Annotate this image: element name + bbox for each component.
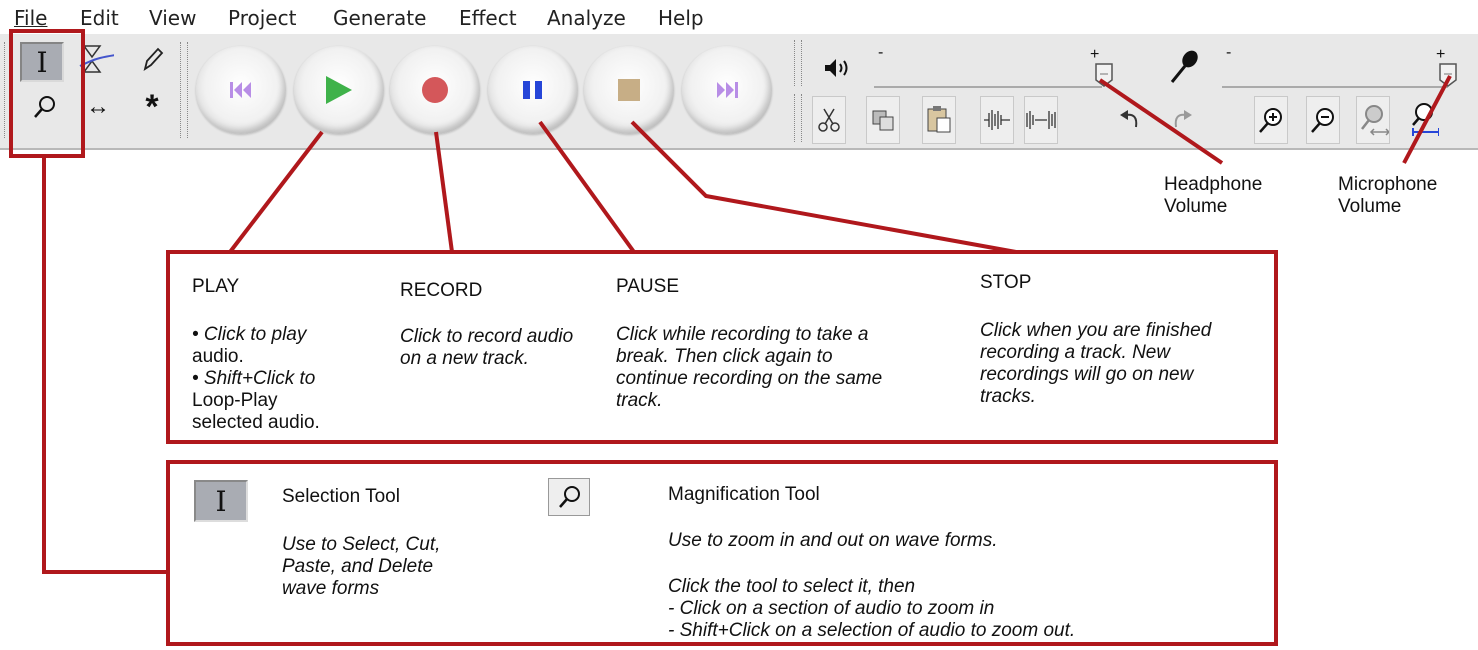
stop-line-1: Click when you are finished <box>980 320 1212 341</box>
stop-line-3: recordings will go on new <box>980 364 1194 385</box>
selection-line-3: wave forms <box>282 578 380 599</box>
headphone-connector <box>1098 78 1224 165</box>
magnification-tool-heading: Magnification Tool <box>668 484 820 505</box>
selection-line-1: Use to Select, Cut, <box>282 534 441 555</box>
magnification-line-1: Use to zoom in and out on wave forms. <box>668 530 998 551</box>
pause-connector <box>538 120 636 254</box>
pause-line-2: break. Then click again to <box>616 346 833 367</box>
magnifier-icon <box>559 486 580 508</box>
pause-heading: PAUSE <box>616 276 680 297</box>
record-heading: RECORD <box>400 280 483 301</box>
stop-line-4: tracks. <box>980 386 1036 407</box>
headphone-volume-line2: Volume <box>1164 196 1228 217</box>
headphone-volume-line1: Headphone <box>1164 174 1263 195</box>
selection-tool-heading: Selection Tool <box>282 486 400 507</box>
microphone-connector <box>1402 75 1452 164</box>
transport-help-panel: PLAY • Click to play audio. • Shift+Clic… <box>166 250 1278 444</box>
tool-highlight-box <box>9 29 85 158</box>
magnification-line-2: Click the tool to select it, then <box>668 576 916 597</box>
record-line-2: on a new track. <box>400 348 529 369</box>
microphone-volume-line2: Volume <box>1338 196 1402 217</box>
tool-connector <box>42 156 168 574</box>
pause-line-4: track. <box>616 390 663 411</box>
tools-help-panel: I Selection Tool Use to Select, Cut, Pas… <box>166 460 1278 646</box>
selection-tool-sample: I <box>194 480 248 522</box>
record-line-1: Click to record audio <box>400 326 574 347</box>
play-line-4: Loop-Play <box>192 390 278 411</box>
play-line-2: audio. <box>192 346 244 367</box>
play-line-5: selected audio. <box>192 412 320 433</box>
i-beam-icon: I <box>215 484 227 518</box>
record-description: Click to record audio on a new track. <box>400 326 573 370</box>
magnification-tool-sample <box>548 478 590 516</box>
play-line-3: • Shift+Click to <box>192 368 316 389</box>
play-connector <box>228 130 324 254</box>
microphone-volume-line1: Microphone <box>1338 174 1438 195</box>
pause-description: Click while recording to take a break. T… <box>616 324 882 412</box>
magnification-steps: Click the tool to select it, then - Clic… <box>668 576 1075 642</box>
stop-description: Click when you are finished recording a … <box>980 320 1211 408</box>
microphone-volume-label: Microphone Volume <box>1338 174 1437 218</box>
stop-line-2: recording a track. New <box>980 342 1171 363</box>
magnification-line-3: - Click on a section of audio to zoom in <box>668 598 995 619</box>
selection-line-2: Paste, and Delete <box>282 556 434 577</box>
headphone-volume-label: Headphone Volume <box>1164 174 1262 218</box>
pause-line-3: continue recording on the same <box>616 368 883 389</box>
record-connector <box>434 131 454 253</box>
play-heading: PLAY <box>192 276 240 297</box>
stop-connector <box>630 120 1017 254</box>
selection-tool-description: Use to Select, Cut, Paste, and Delete wa… <box>282 534 440 600</box>
pause-line-1: Click while recording to take a <box>616 324 869 345</box>
magnification-line-4: - Shift+Click on a selection of audio to… <box>668 620 1076 641</box>
play-description: • Click to play audio. • Shift+Click to … <box>192 324 320 434</box>
play-line-1: • Click to play <box>192 324 307 345</box>
stop-heading: STOP <box>980 272 1032 293</box>
